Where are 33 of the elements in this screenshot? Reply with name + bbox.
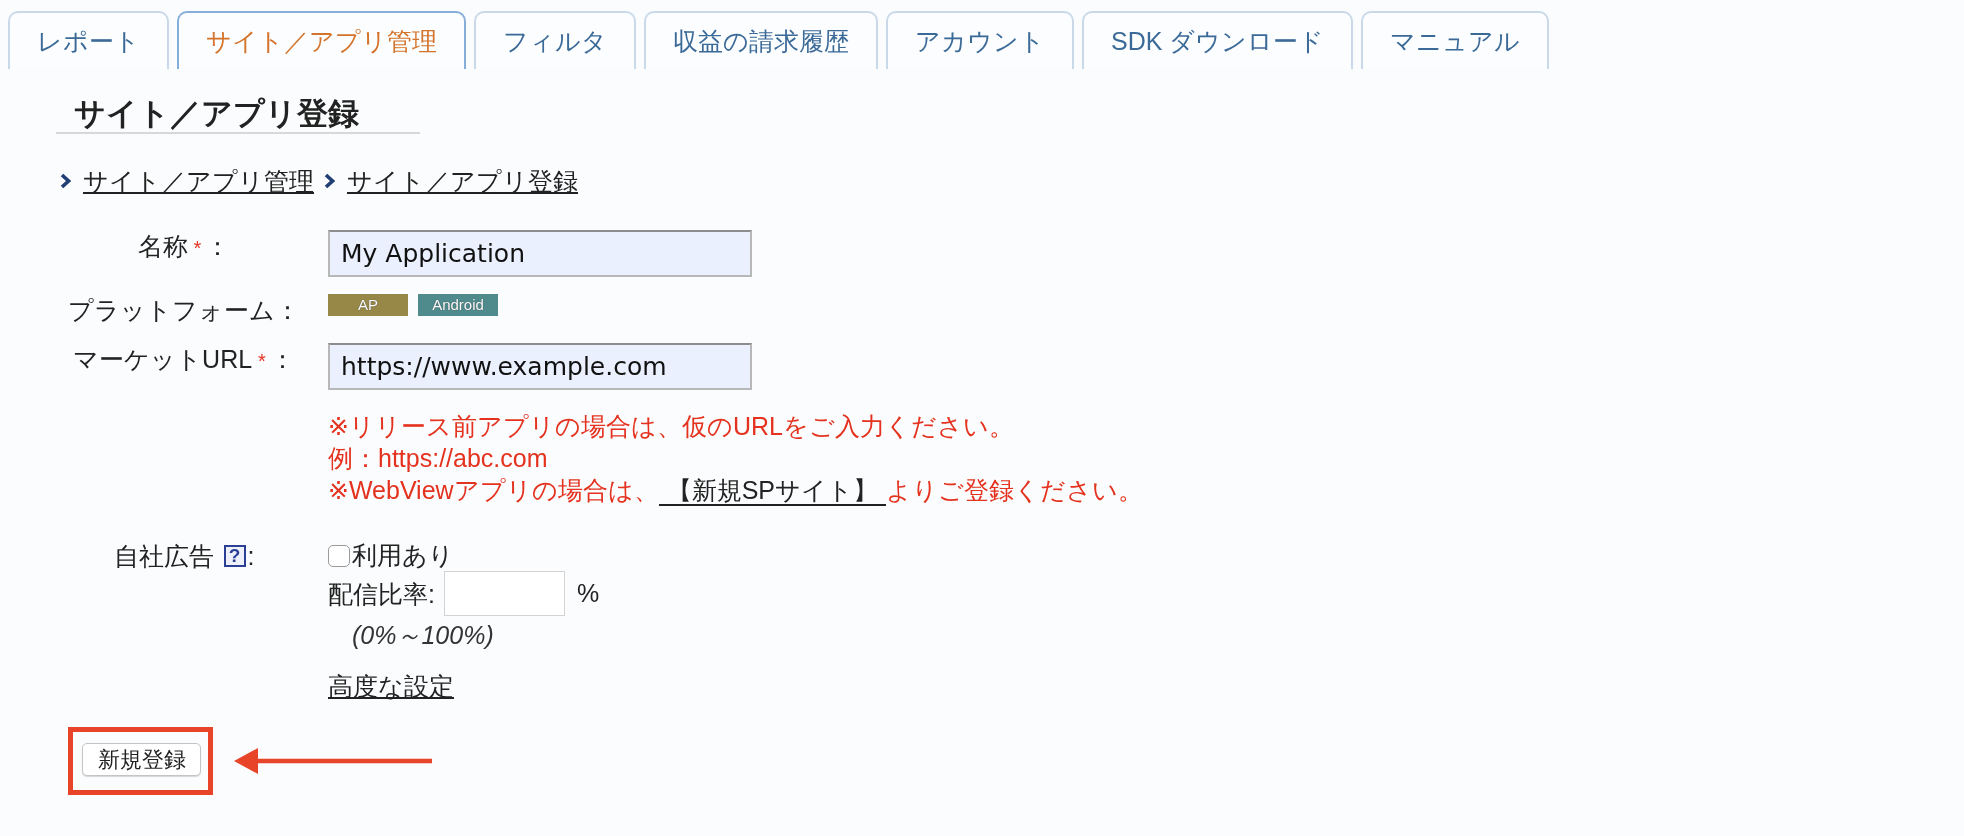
text-input-field[interactable]: My Application	[328, 230, 752, 277]
tab[interactable]: レポート	[8, 11, 169, 69]
breadcrumb-link[interactable]: サイト／アプリ登録	[347, 166, 578, 196]
field-label: 名称 * ：	[137, 233, 231, 261]
advanced-settings-link[interactable]: 高度な設定	[328, 672, 454, 700]
field-label: マーケットURL * ：	[73, 346, 295, 374]
percent-unit: %	[576, 579, 600, 608]
range-hint: (0%～100%)	[351, 622, 495, 648]
tab[interactable]: アカウント	[886, 11, 1074, 69]
text-input-field[interactable]: https://www.example.com	[328, 343, 752, 390]
tab[interactable]: SDK ダウンロード	[1082, 11, 1354, 69]
register-button[interactable]: 新規登録	[82, 743, 201, 776]
platform-badge: AP	[328, 294, 408, 316]
checkbox-label: 利用あり	[352, 541, 454, 570]
chevron-icon	[60, 173, 71, 189]
note-text: 例：https://abc.com	[328, 443, 549, 474]
help-icon[interactable]: ?	[223, 544, 246, 567]
label-colon: :	[247, 542, 255, 569]
tab[interactable]: フィルタ	[474, 11, 636, 69]
page-title: サイト／アプリ登録	[73, 96, 360, 132]
tab[interactable]: マニュアル	[1361, 11, 1550, 69]
note-text: ※リリース前アプリの場合は、仮のURLをご入力ください。	[328, 411, 1015, 442]
rate-label: 配信比率:	[328, 579, 435, 608]
platform-badge: Android	[418, 294, 498, 316]
chevron-icon	[324, 173, 335, 189]
note-text: ※WebViewアプリの場合は、 【新規SPサイト】 よりご登録ください。	[328, 475, 1143, 506]
checkbox[interactable]	[328, 544, 350, 567]
field-label: プラットフォーム：	[68, 297, 300, 323]
field-label: 自社広告	[113, 542, 214, 569]
sp-site-link[interactable]: 【新規SPサイト】	[658, 476, 886, 506]
rate-input-field[interactable]	[443, 571, 565, 616]
breadcrumb-link[interactable]: サイト／アプリ管理	[83, 166, 314, 196]
tab[interactable]: 収益の請求履歴	[644, 11, 878, 69]
